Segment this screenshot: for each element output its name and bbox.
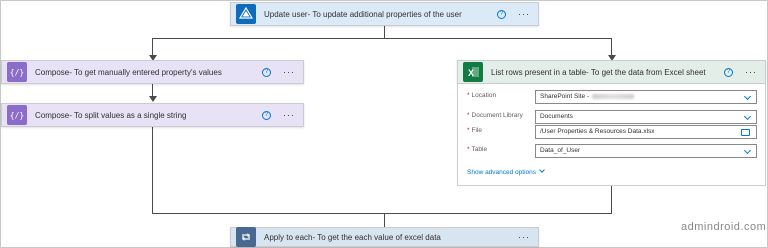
help-icon[interactable]: ? xyxy=(262,67,271,77)
redacted-text xyxy=(592,93,635,99)
location-field-row: * Location SharePoint Site - xyxy=(458,90,765,104)
help-icon[interactable]: ? xyxy=(724,67,733,77)
connector-left-branch xyxy=(152,38,153,56)
azure-ad-icon xyxy=(236,4,256,24)
compose-action-card[interactable]: {/} Compose- To get manually entered pro… xyxy=(1,60,304,84)
chevron-down-icon xyxy=(743,92,752,101)
location-dropdown[interactable]: SharePoint Site - xyxy=(535,90,757,104)
compose-icon: {/} xyxy=(7,105,27,125)
more-options-icon[interactable]: ··· xyxy=(745,67,757,77)
watermark-brand: admindroid.com xyxy=(681,221,767,233)
help-icon[interactable]: ? xyxy=(497,9,506,19)
svg-text:X: X xyxy=(468,68,474,78)
help-icon[interactable]: ? xyxy=(262,110,271,120)
table-value: Data_of_User xyxy=(540,147,581,154)
field-label: * Location xyxy=(467,92,497,99)
document-library-dropdown[interactable]: Documents xyxy=(535,110,757,124)
connector-right-down xyxy=(611,186,612,213)
update-user-action-card[interactable]: Update user- To update additional proper… xyxy=(230,2,539,26)
folder-icon[interactable] xyxy=(741,129,750,136)
action-title: Compose- To get manually entered propert… xyxy=(35,67,222,77)
document-library-field-row: * Document Library Documents xyxy=(458,110,765,124)
table-dropdown[interactable]: Data_of_User xyxy=(535,144,757,158)
show-advanced-options-link[interactable]: Show advanced options xyxy=(467,167,545,176)
file-value: /User Properties & Resources Data.xlsx xyxy=(540,128,655,135)
file-picker[interactable]: /User Properties & Resources Data.xlsx xyxy=(535,125,757,139)
action-title: Apply to each- To get the each value of … xyxy=(264,232,441,242)
file-label: File xyxy=(471,127,483,134)
field-label: * Document Library xyxy=(467,112,523,119)
connector-left-down xyxy=(152,127,153,213)
connector-split-horizontal xyxy=(152,38,612,39)
more-options-icon[interactable]: ··· xyxy=(283,110,295,120)
more-options-icon[interactable]: ··· xyxy=(518,9,530,19)
action-title: List rows present in a table- To get the… xyxy=(491,67,706,77)
table-field-row: * Table Data_of_User xyxy=(458,144,765,158)
document-library-value: Documents xyxy=(540,113,573,120)
location-label: Location xyxy=(471,92,497,99)
list-rows-parameters: * Location SharePoint Site - * Document Li… xyxy=(457,84,766,186)
connector-arrow xyxy=(149,96,157,102)
compose-action-card[interactable]: {/} Compose- To split values as a single… xyxy=(1,103,304,127)
connector-right-branch xyxy=(611,38,612,56)
field-label: * Table xyxy=(467,146,488,153)
action-title: Update user- To update additional proper… xyxy=(264,9,462,19)
chevron-down-icon xyxy=(743,146,752,155)
loop-icon xyxy=(236,227,256,247)
file-field-row: * File /User Properties & Resources Data.… xyxy=(458,125,765,139)
svg-text:{/}: {/} xyxy=(10,68,24,77)
table-label: Table xyxy=(471,146,488,153)
list-rows-action-card[interactable]: X List rows present in a table- To get t… xyxy=(457,60,766,84)
document-library-label: Document Library xyxy=(471,112,523,119)
apply-to-each-action-card[interactable]: Apply to each- To get the each value of … xyxy=(230,227,539,247)
location-value: SharePoint Site - xyxy=(540,93,590,100)
field-label: * File xyxy=(467,127,483,134)
more-options-icon[interactable]: ··· xyxy=(518,232,530,242)
chevron-down-icon xyxy=(539,167,545,173)
show-advanced-label: Show advanced options xyxy=(467,169,537,176)
connector-merge-horizontal xyxy=(152,213,612,214)
action-title: Compose- To split values as a single str… xyxy=(35,110,187,120)
svg-text:{/}: {/} xyxy=(10,111,24,120)
excel-icon: X xyxy=(463,62,483,82)
connector-top-vertical xyxy=(384,24,385,38)
chevron-down-icon xyxy=(743,112,752,121)
more-options-icon[interactable]: ··· xyxy=(283,67,295,77)
compose-icon: {/} xyxy=(7,62,27,82)
